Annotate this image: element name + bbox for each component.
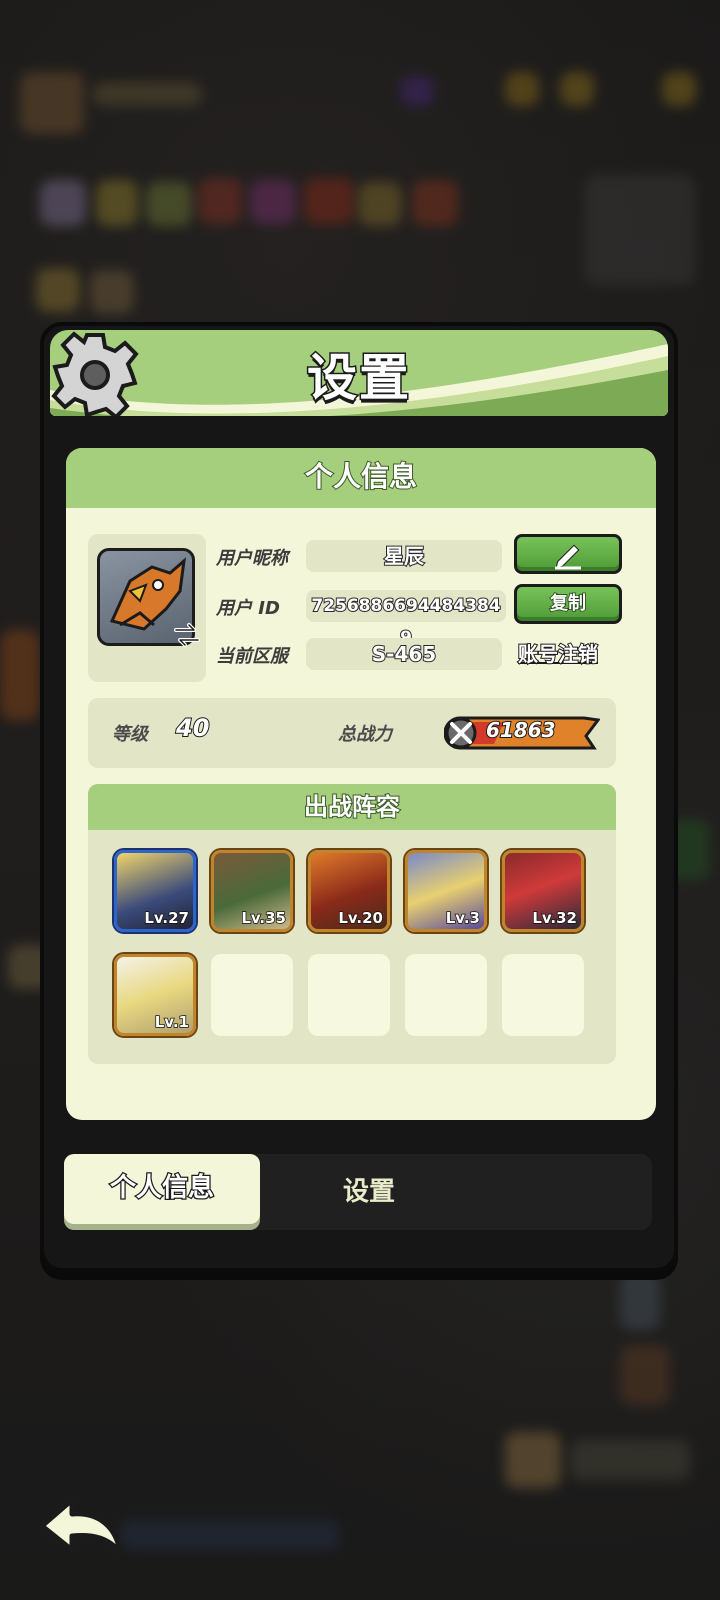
level-label: 等级	[112, 724, 148, 745]
hero-level: Lv.35	[241, 908, 287, 928]
back-icon[interactable]	[36, 1492, 126, 1562]
empty-hero-slot[interactable]	[308, 954, 390, 1036]
swap-icon[interactable]	[172, 620, 202, 650]
user-id-value: 7256886694484384​9	[306, 590, 506, 649]
hero-slot[interactable]: Lv.32	[502, 850, 584, 932]
edit-nickname-button[interactable]	[514, 534, 622, 574]
level-value: 40	[175, 713, 210, 743]
power-icon	[445, 717, 477, 749]
edit-icon	[555, 544, 581, 570]
settings-modal: 设置 个人信息 用户昵称 星辰	[40, 322, 678, 1272]
hero-slot[interactable]: Lv.27	[114, 850, 196, 932]
hero-slot[interactable]: Lv.3	[405, 850, 487, 932]
hero-slot[interactable]: Lv.20	[308, 850, 390, 932]
cancel-account-link[interactable]: 账号注销	[517, 638, 599, 667]
power-label: 总战力	[338, 724, 392, 745]
hero-slot[interactable]: Lv.1	[114, 954, 196, 1036]
modal-title: 设置	[306, 348, 411, 409]
empty-hero-slot[interactable]	[502, 954, 584, 1036]
user-id-label: 用户 ID	[216, 598, 280, 619]
server-field: S-465	[306, 638, 502, 670]
stats-bar: 等级 40 总战力 61863	[88, 698, 616, 768]
nickname-label: 用户昵称	[216, 548, 288, 569]
hero-level: Lv.1	[154, 1012, 190, 1032]
lineup-panel: 出战阵容 Lv.27 Lv.35 Lv.20 Lv.3 Lv.32 Lv.1	[88, 784, 616, 1064]
hero-level: Lv.27	[144, 908, 190, 928]
profile-section-title: 个人信息	[66, 448, 656, 508]
avatar-container[interactable]	[88, 534, 206, 682]
empty-hero-slot[interactable]	[211, 954, 293, 1036]
hero-level: Lv.3	[445, 908, 481, 928]
nickname-field: 星辰	[306, 540, 502, 572]
hero-level: Lv.20	[338, 908, 384, 928]
power-value: 61863	[485, 717, 557, 743]
hero-level: Lv.32	[532, 908, 578, 928]
profile-panel: 个人信息 用户昵称 星辰 用户 ID 72	[66, 448, 656, 1120]
empty-hero-slot[interactable]	[405, 954, 487, 1036]
hero-slot[interactable]: Lv.35	[211, 850, 293, 932]
tab-profile[interactable]: 个人信息	[64, 1154, 260, 1224]
copy-id-button[interactable]: 复制	[514, 584, 622, 624]
lineup-title: 出战阵容	[88, 784, 616, 830]
tab-settings[interactable]: 设置	[304, 1158, 434, 1228]
tab-bar: 个人信息 设置	[64, 1154, 652, 1230]
server-label: 当前区服	[216, 646, 288, 667]
modal-header: 设置	[50, 330, 668, 416]
